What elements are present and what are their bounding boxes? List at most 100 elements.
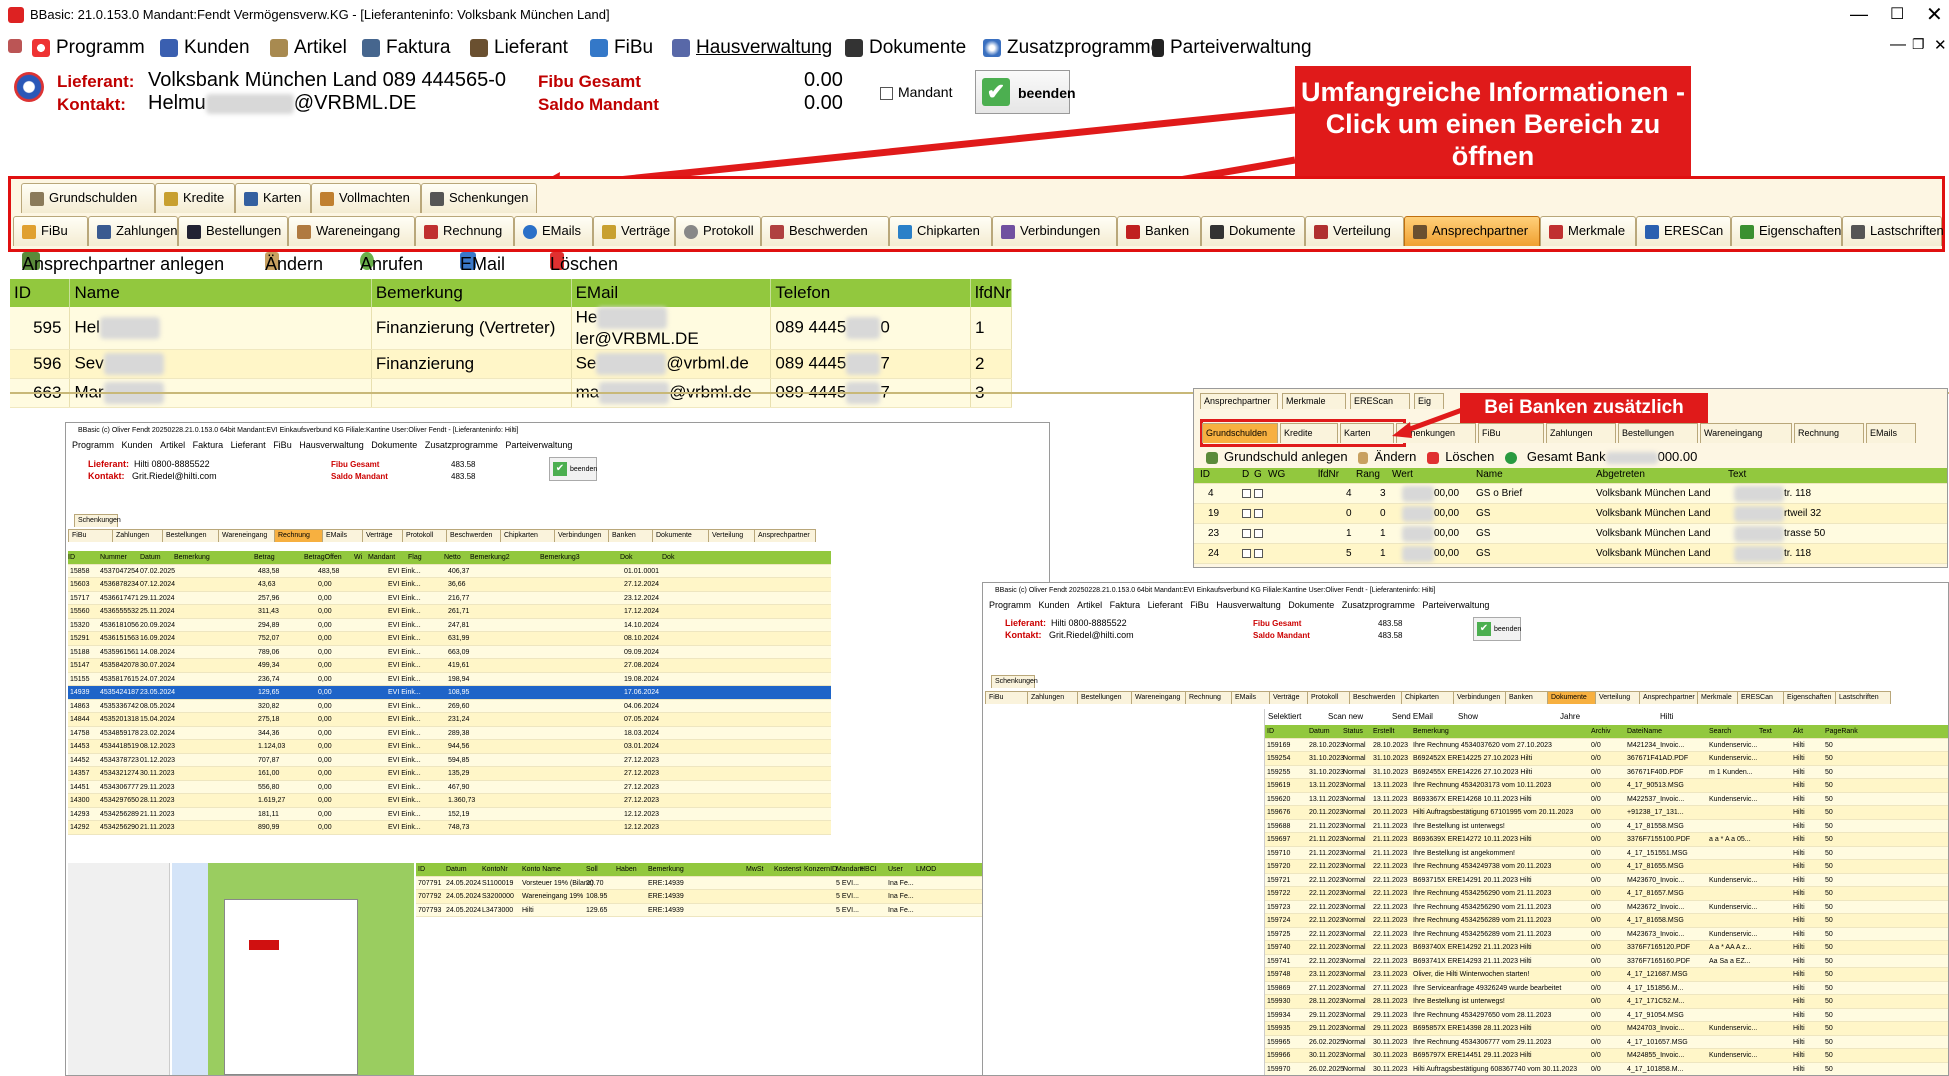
tab-dokumente[interactable]: Dokumente: [1201, 216, 1305, 246]
col-header[interactable]: Betrag: [254, 551, 275, 564]
banken-subtab-kredite[interactable]: Kredite: [1280, 423, 1338, 443]
dokumente-tab-schenkungen[interactable]: Schenkungen: [991, 675, 1038, 688]
rechnung-tab-beschwerden[interactable]: Beschwerden: [446, 529, 502, 542]
checkbox-g[interactable]: [1254, 549, 1263, 558]
tab-kredite[interactable]: Kredite: [155, 183, 235, 213]
dokumente-tab-beschwerden[interactable]: Beschwerden: [1349, 691, 1403, 704]
table-row[interactable]: 159722 22.11.2023 Normal 22.11.2023 Ihre Rec…: [1265, 887, 1948, 901]
col-header[interactable]: ID: [1267, 725, 1274, 738]
tab-erescan[interactable]: ERESCan: [1636, 216, 1731, 246]
tab-vertraege[interactable]: Verträge: [593, 216, 675, 246]
dokumente-toolbar-scan-new[interactable]: Scan new: [1328, 711, 1363, 722]
banken-loeschen-button[interactable]: Löschen: [1427, 449, 1494, 464]
grundschuld-anlegen-button[interactable]: Grundschuld anlegen: [1206, 449, 1348, 464]
dokumente-tab-fibu[interactable]: FiBu: [985, 691, 1029, 704]
tab-karten[interactable]: Karten: [235, 183, 311, 213]
banken-subtab-wareneingang[interactable]: Wareneingang: [1700, 423, 1792, 443]
col-header[interactable]: Konto Name: [522, 863, 561, 876]
col-header[interactable]: Text: [1728, 468, 1746, 481]
tab-bestellungen[interactable]: Bestellungen: [178, 216, 288, 246]
table-row[interactable]: 159619 13.11.2023 Normal 13.11.2023 Ihre Rec…: [1265, 779, 1948, 793]
checkbox-d[interactable]: [1242, 489, 1251, 498]
checkbox-d[interactable]: [1242, 549, 1251, 558]
tab-lastschriften[interactable]: Lastschriften: [1842, 216, 1944, 246]
table-row[interactable]: 595 Hel Finanzierung (Vertreter) He ler@VRBM…: [10, 307, 1012, 350]
dokumente-toolbar-show[interactable]: Show: [1458, 711, 1478, 722]
table-row[interactable]: 159688 21.11.2023 Normal 21.11.2023 Ihre Bes…: [1265, 819, 1948, 833]
col-header[interactable]: PageRank: [1825, 725, 1858, 738]
col-header[interactable]: Akt: [1793, 725, 1803, 738]
col-header[interactable]: Dok: [620, 551, 632, 564]
col-header[interactable]: User: [888, 863, 903, 876]
table-row[interactable]: 14357 4534321274 30.11.2023 161,00 0,00 EVI E…: [68, 767, 831, 781]
banken-subtab-fibu[interactable]: FiBu: [1478, 423, 1544, 443]
rechnung-beenden-button[interactable]: ✔ beenden: [549, 457, 597, 481]
checkbox-g[interactable]: [1254, 529, 1263, 538]
col-header[interactable]: ID: [418, 863, 425, 876]
rechnung-tab-banken[interactable]: Banken: [608, 529, 654, 542]
col-telefon[interactable]: Telefon: [770, 279, 972, 307]
tab-merkmale[interactable]: Merkmale: [1540, 216, 1636, 246]
dokumente-tab-bestellungen[interactable]: Bestellungen: [1077, 691, 1133, 704]
rechnung-tab-dokumente[interactable]: Dokumente: [652, 529, 710, 542]
table-row[interactable]: 159721 22.11.2023 Normal 22.11.2023 B693715X…: [1265, 873, 1948, 887]
table-row[interactable]: 159710 21.11.2023 Normal 21.11.2023 Ihre Bes…: [1265, 846, 1948, 860]
banken-tab-ansprechpartner[interactable]: Ansprechpartner: [1200, 393, 1278, 409]
dokumente-toolbar-hilti[interactable]: Hilti: [1660, 711, 1673, 722]
table-row[interactable]: 159741 22.11.2023 Normal 22.11.2023 B693741X…: [1265, 954, 1948, 968]
col-header[interactable]: Mandant: [368, 551, 395, 564]
table-row[interactable]: 159254 31.10.2023 Normal 31.10.2023 B692452X…: [1265, 752, 1948, 766]
tab-zahlungen[interactable]: Zahlungen: [88, 216, 178, 246]
banken-subtab-zahlungen[interactable]: Zahlungen: [1546, 423, 1616, 443]
dokumente-toolbar-selektiert[interactable]: Selektiert: [1268, 711, 1301, 722]
banken-subtab-emails[interactable]: EMails: [1866, 423, 1916, 443]
col-header[interactable]: Flag: [408, 551, 422, 564]
col-header[interactable]: Search: [1709, 725, 1731, 738]
table-row[interactable]: 14939 4535424187 23.05.2024 129,65 0,00 EVI E…: [68, 686, 831, 700]
table-row[interactable]: 14292 4534256290 21.11.2023 890,99 0,00 EVI E…: [68, 821, 831, 835]
rechnung-tab-verträge[interactable]: Verträge: [362, 529, 404, 542]
dokumente-tab-emails[interactable]: EMails: [1231, 691, 1271, 704]
dokumente-tab-verträge[interactable]: Verträge: [1269, 691, 1309, 704]
tab-banken[interactable]: Banken: [1117, 216, 1201, 246]
col-header[interactable]: Wert: [1392, 468, 1413, 481]
dokumente-tab-rechnung[interactable]: Rechnung: [1185, 691, 1233, 704]
table-row[interactable]: 707793 24.05.2024 L3473000 Hilti 129.65 ERE:1…: [416, 903, 1046, 917]
rechnung-tab-wareneingang[interactable]: Wareneingang: [218, 529, 276, 542]
col-header[interactable]: lfdNr: [1318, 468, 1339, 481]
checkbox-g[interactable]: [1254, 489, 1263, 498]
col-header[interactable]: G: [1254, 468, 1262, 481]
col-header[interactable]: Kostenst: [774, 863, 801, 876]
table-row[interactable]: 159930 28.11.2023 Normal 28.11.2023 Ihre Bes…: [1265, 995, 1948, 1009]
col-header[interactable]: HBCI: [860, 863, 877, 876]
col-header[interactable]: Soll: [586, 863, 598, 876]
col-header[interactable]: KonzernID: [804, 863, 837, 876]
col-header[interactable]: LMOD: [916, 863, 936, 876]
col-header[interactable]: Bemerkung2: [470, 551, 510, 564]
col-header[interactable]: Status: [1343, 725, 1363, 738]
table-row[interactable]: 14452 4534378723 01.12.2023 707,87 0,00 EVI E…: [68, 753, 831, 767]
col-header[interactable]: Bemerkung: [174, 551, 210, 564]
col-lfdnr[interactable]: lfdNr: [970, 279, 1012, 307]
col-header[interactable]: Datum: [446, 863, 467, 876]
dokumente-tab-ansprechpartner[interactable]: Ansprechpartner: [1639, 691, 1699, 704]
table-row[interactable]: 14293 4534256289 21.11.2023 181,11 0,00 EVI E…: [68, 807, 831, 821]
dokumente-tab-verteilung[interactable]: Verteilung: [1595, 691, 1641, 704]
col-header[interactable]: Erstellt: [1373, 725, 1394, 738]
col-header[interactable]: Netto: [444, 551, 461, 564]
col-header[interactable]: D: [1242, 468, 1249, 481]
dokumente-beenden-button[interactable]: ✔ beenden: [1473, 617, 1521, 641]
col-header[interactable]: Bemerkung3: [540, 551, 580, 564]
table-row[interactable]: 15603 4536878234 07.12.2024 43,63 0,00 EVI Ei…: [68, 578, 831, 592]
tab-beschwerden[interactable]: Beschwerden: [761, 216, 889, 246]
table-row[interactable]: 159748 23.11.2023 Normal 23.11.2023 Oliver, …: [1265, 968, 1948, 982]
tab-verbindungen[interactable]: Verbindungen: [992, 216, 1117, 246]
tab-schenkungen[interactable]: Schenkungen: [421, 183, 537, 213]
col-header[interactable]: MwSt: [746, 863, 764, 876]
table-row[interactable]: 19 0 0 00,00 GS Volksbank München Land rtweil …: [1194, 504, 1947, 524]
table-row[interactable]: 159869 27.11.2023 Normal 27.11.2023 Ihre Ser…: [1265, 981, 1948, 995]
table-row[interactable]: 15717 4536617471 29.11.2024 257,96 0,00 EVI E…: [68, 591, 831, 605]
dokumente-toolbar-send-email[interactable]: Send EMail: [1392, 711, 1433, 722]
col-email[interactable]: EMail: [571, 279, 772, 307]
checkbox-d[interactable]: [1242, 529, 1251, 538]
